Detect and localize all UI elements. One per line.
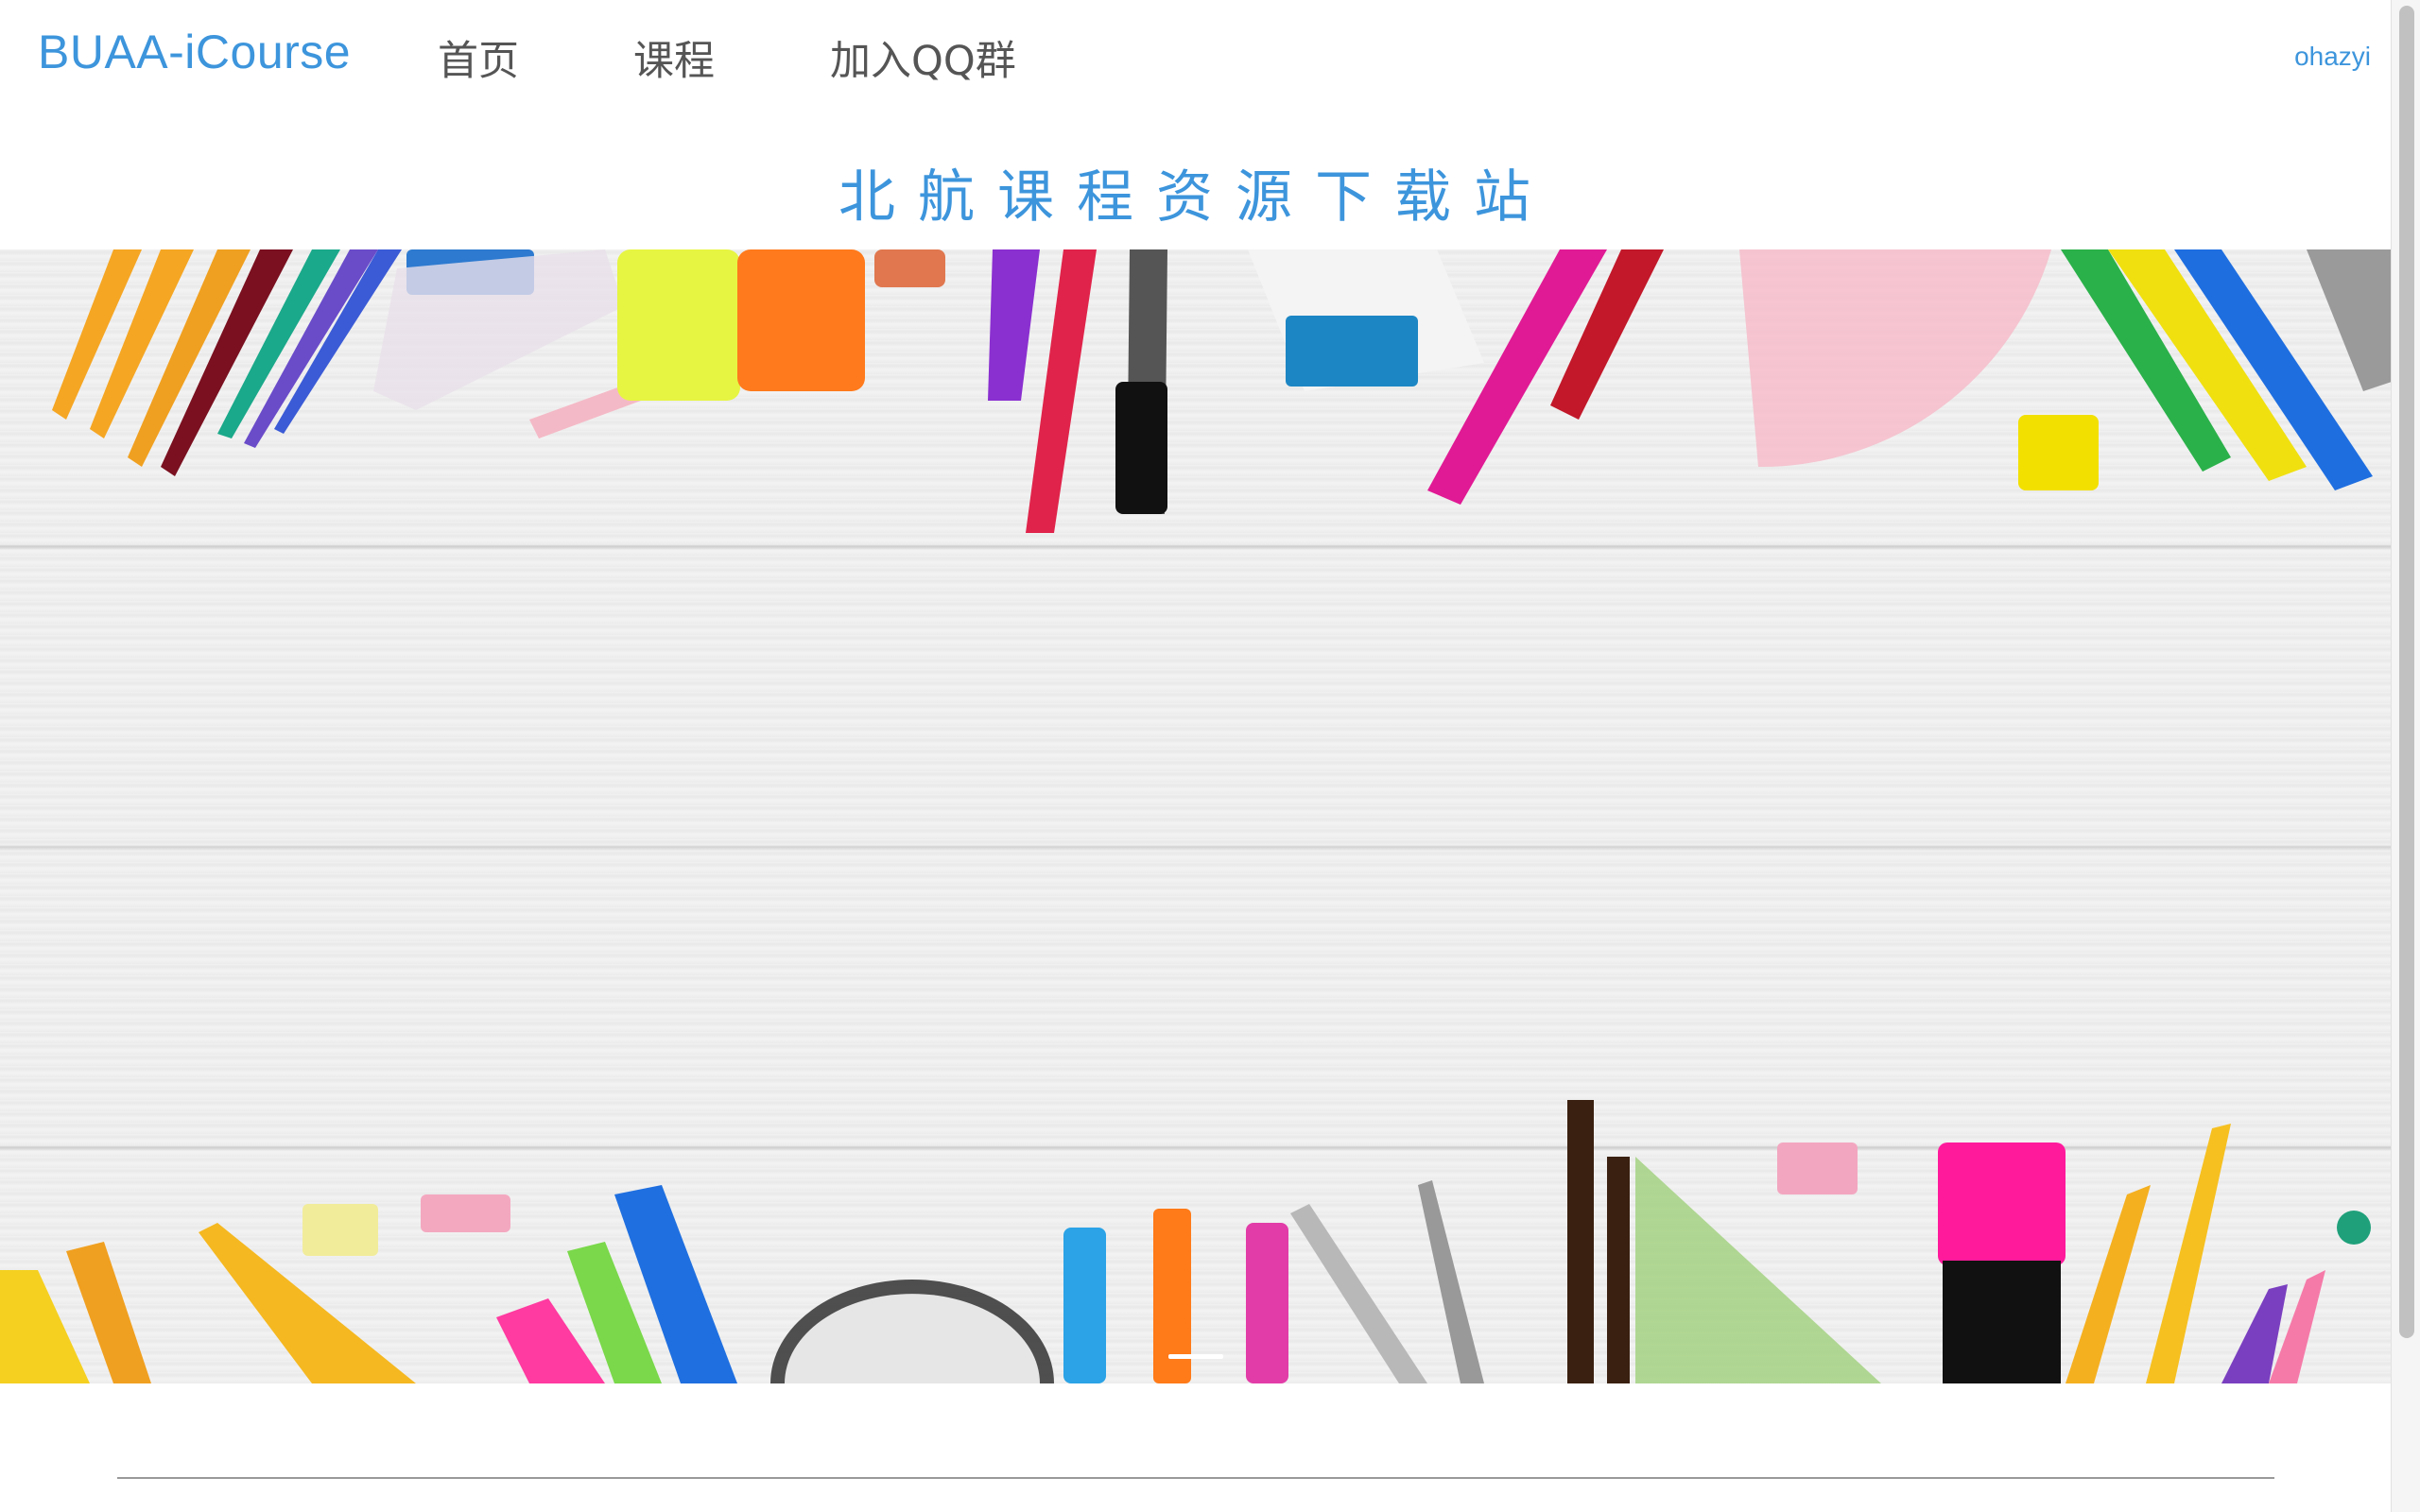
paint-brush (1567, 1100, 1594, 1383)
navbar: BUAA-iCourse 首页 课程 加入QQ群 ohazyi (0, 0, 2392, 117)
pencils-top-left (52, 249, 402, 476)
hero-carousel[interactable] (0, 249, 2392, 1383)
user-link[interactable]: ohazyi (2294, 42, 2371, 72)
site-title: 北航课程资源下载站 (838, 164, 1553, 231)
binder-clip-pink-right (1777, 1143, 1858, 1194)
hero-banner-image (0, 249, 2392, 1383)
binder-clip-yellow (302, 1204, 378, 1256)
brand-link[interactable]: BUAA-iCourse (38, 25, 351, 79)
eraser-blue (1286, 316, 1418, 387)
nav-item-join-qq-group[interactable]: 加入QQ群 (830, 28, 1016, 87)
section-divider (117, 1477, 2274, 1479)
highlighter-orange (737, 249, 865, 391)
scrollbar-thumb[interactable] (2399, 6, 2414, 1338)
nav-item-courses[interactable]: 课程 (633, 28, 715, 87)
protractor (1739, 249, 2051, 468)
nav-item-home[interactable]: 首页 (438, 28, 519, 87)
carousel-indicator[interactable] (1168, 1354, 1223, 1359)
push-pin-green (2337, 1211, 2371, 1245)
binder-clip-pink (421, 1194, 510, 1232)
page-scrollbar[interactable] (2391, 0, 2420, 1512)
sharpener (2018, 415, 2099, 490)
highlighter-yellow (617, 249, 740, 401)
marker-pink-cap (1938, 1143, 2066, 1265)
